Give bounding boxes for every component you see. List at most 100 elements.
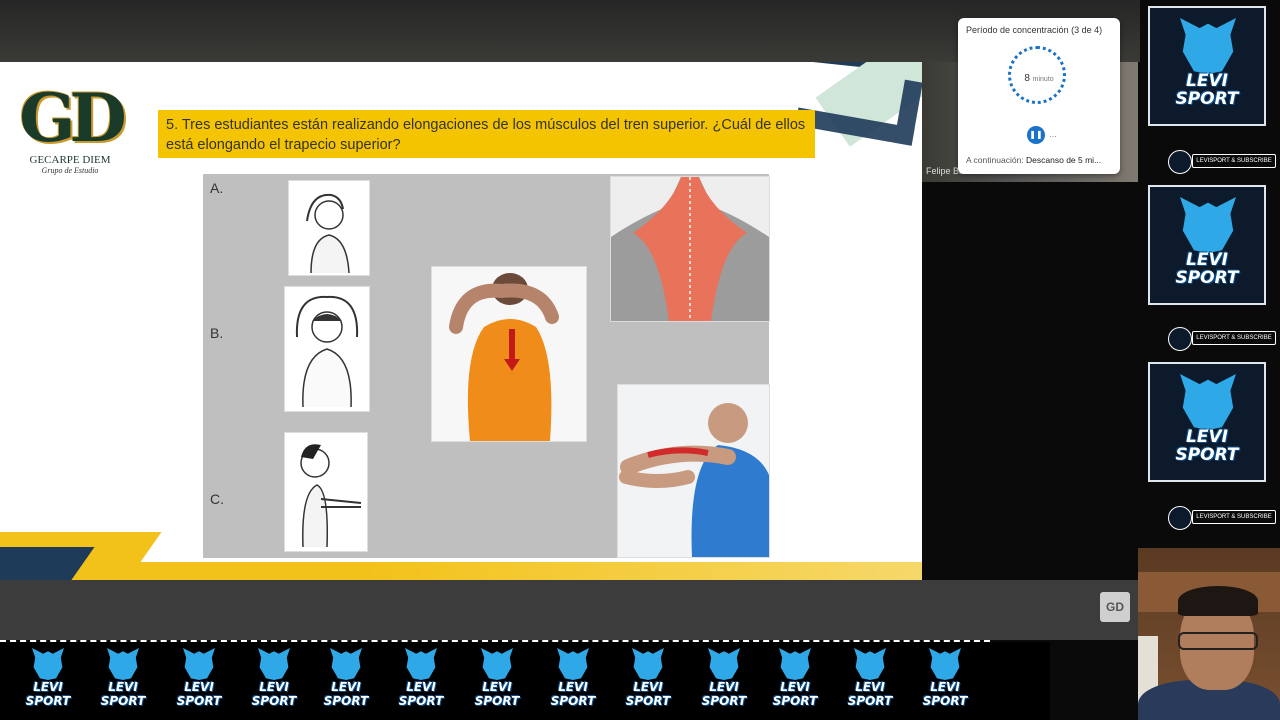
wolf-badge-icon bbox=[1168, 150, 1192, 174]
more-options-button[interactable]: ... bbox=[1046, 126, 1060, 144]
timer-unit: minuto bbox=[1032, 76, 1054, 83]
subscribe-banner-text: LEVISPORT & SUBSCRIBE bbox=[1192, 331, 1276, 345]
strip-logo: LEVI SPORT bbox=[616, 648, 680, 714]
strip-brand: SPORT bbox=[922, 694, 968, 708]
wolf-badge-icon bbox=[1168, 327, 1192, 351]
option-a-label: A. bbox=[210, 180, 224, 196]
next-session: A continuación: Descanso de 5 mi... bbox=[966, 155, 1101, 165]
wolf-icon bbox=[1180, 197, 1236, 253]
strip-logo: LEVI SPORT bbox=[465, 648, 529, 714]
wolf-icon bbox=[32, 648, 64, 680]
option-c-label: C. bbox=[210, 491, 224, 507]
gecarpe-logo: GD GECARPE DIEM Grupo de Estudio bbox=[12, 84, 128, 184]
strip-brand: LEVI bbox=[108, 680, 138, 694]
wolf-icon bbox=[632, 648, 664, 680]
pause-button[interactable]: ❚❚ bbox=[1027, 126, 1045, 144]
wolf-icon bbox=[1180, 18, 1236, 74]
strip-logo: LEVI SPORT bbox=[389, 648, 453, 714]
levisport-logo: LEVI SPORT bbox=[1148, 6, 1266, 126]
focus-timer-widget[interactable]: Período de concentración (3 de 4) 8 minu… bbox=[958, 18, 1120, 174]
gd-watermark-icon: GD bbox=[1100, 592, 1130, 622]
subscribe-banner: LEVISPORT & SUBSCRIBE bbox=[1168, 504, 1276, 530]
presenter-hair bbox=[1178, 586, 1258, 616]
strip-brand: LEVI bbox=[33, 680, 63, 694]
subscribe-banner-text: LEVISPORT & SUBSCRIBE bbox=[1192, 510, 1276, 524]
wolf-icon bbox=[258, 648, 290, 680]
strip-brand: SPORT bbox=[100, 694, 146, 708]
strip-logo: LEVI SPORT bbox=[541, 648, 605, 714]
logo-initials: GD bbox=[19, 79, 127, 157]
strip-logo: LEVI SPORT bbox=[692, 648, 756, 714]
option-b-label: B. bbox=[210, 325, 224, 341]
next-value: Descanso de 5 mi... bbox=[1026, 155, 1102, 165]
strip-logo: LEVI SPORT bbox=[16, 648, 80, 714]
strip-brand: SPORT bbox=[176, 694, 222, 708]
strip-brand: SPORT bbox=[701, 694, 747, 708]
subscribe-banner: LEVISPORT & SUBSCRIBE bbox=[1168, 148, 1276, 174]
presentation-slide: GD GECARPE DIEM Grupo de Estudio 5. Tres… bbox=[0, 62, 922, 580]
wolf-icon bbox=[330, 648, 362, 680]
brand-line1: LEVI bbox=[1186, 250, 1228, 270]
strip-brand: SPORT bbox=[625, 694, 671, 708]
logo-tagline: Grupo de Estudio bbox=[41, 166, 99, 175]
strip-brand: LEVI bbox=[930, 680, 960, 694]
strip-logo: LEVI SPORT bbox=[314, 648, 378, 714]
strip-brand: LEVI bbox=[709, 680, 739, 694]
presenter-glasses bbox=[1178, 632, 1258, 650]
brand-line1: LEVI bbox=[1186, 427, 1228, 447]
strip-brand: LEVI bbox=[184, 680, 214, 694]
subscribe-banner: LEVISPORT & SUBSCRIBE bbox=[1168, 325, 1276, 351]
focus-timer-title: Período de concentración (3 de 4) bbox=[966, 25, 1103, 35]
trapezius-anatomy-image bbox=[610, 176, 770, 322]
forearm-stretch-image bbox=[617, 384, 770, 558]
wolf-icon bbox=[929, 648, 961, 680]
strip-brand: SPORT bbox=[550, 694, 596, 708]
brand-line2: SPORT bbox=[1175, 268, 1239, 288]
strip-logo: LEVI SPORT bbox=[91, 648, 155, 714]
strip-brand: LEVI bbox=[855, 680, 885, 694]
pause-icon: ❚❚ bbox=[1029, 130, 1043, 139]
strip-brand: LEVI bbox=[780, 680, 810, 694]
timer-minutes: 8 bbox=[1024, 73, 1030, 84]
strip-brand: LEVI bbox=[558, 680, 588, 694]
timer-readout: 8 minuto bbox=[958, 73, 1120, 84]
wolf-icon bbox=[708, 648, 740, 680]
bottom-bar bbox=[0, 580, 1140, 640]
option-a-illustration bbox=[288, 180, 370, 276]
strip-logo: LEVI SPORT bbox=[838, 648, 902, 714]
strip-brand: SPORT bbox=[398, 694, 444, 708]
levisport-logo: LEVI SPORT bbox=[1148, 185, 1266, 305]
wolf-badge-icon bbox=[1168, 506, 1192, 530]
wolf-icon bbox=[183, 648, 215, 680]
wolf-icon bbox=[779, 648, 811, 680]
strip-brand: SPORT bbox=[25, 694, 71, 708]
strip-logo: LEVI SPORT bbox=[242, 648, 306, 714]
next-prefix: A continuación: bbox=[966, 155, 1024, 165]
strip-brand: SPORT bbox=[847, 694, 893, 708]
brand-line2: SPORT bbox=[1175, 445, 1239, 465]
option-b-illustration bbox=[284, 286, 370, 412]
wolf-icon bbox=[107, 648, 139, 680]
wolf-icon bbox=[1180, 374, 1236, 430]
question-text: 5. Tres estudiantes están realizando elo… bbox=[158, 110, 815, 158]
option-c-illustration bbox=[284, 432, 368, 552]
brand-line2: SPORT bbox=[1175, 89, 1239, 109]
levisport-logo: LEVI SPORT bbox=[1148, 362, 1266, 482]
options-panel: A. B. C. bbox=[203, 174, 770, 558]
strip-logo: LEVI SPORT bbox=[913, 648, 977, 714]
trapezius-stretch-image bbox=[431, 266, 587, 442]
strip-brand: LEVI bbox=[406, 680, 436, 694]
wolf-icon bbox=[557, 648, 589, 680]
strip-brand: SPORT bbox=[474, 694, 520, 708]
strip-brand: LEVI bbox=[331, 680, 361, 694]
strip-logo: LEVI SPORT bbox=[763, 648, 827, 714]
strip-brand: LEVI bbox=[259, 680, 289, 694]
wolf-icon bbox=[481, 648, 513, 680]
strip-brand: SPORT bbox=[251, 694, 297, 708]
brand-line1: LEVI bbox=[1186, 71, 1228, 91]
strip-logo: LEVI SPORT bbox=[167, 648, 231, 714]
webcam-feed bbox=[1138, 548, 1280, 720]
subscribe-banner-text: LEVISPORT & SUBSCRIBE bbox=[1192, 154, 1276, 168]
strip-brand: LEVI bbox=[633, 680, 663, 694]
wolf-icon bbox=[854, 648, 886, 680]
